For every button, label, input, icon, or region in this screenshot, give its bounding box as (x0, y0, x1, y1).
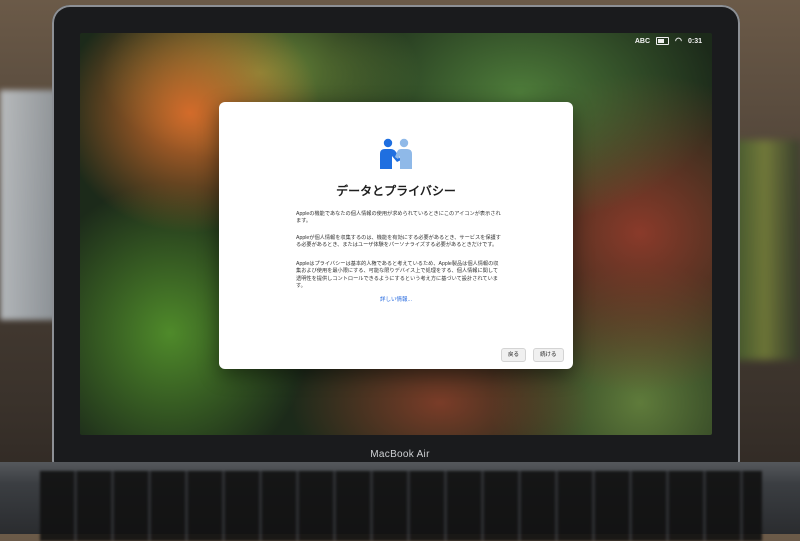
input-source-indicator[interactable]: ABC (635, 38, 650, 45)
description-paragraph: Appleの機能であなたの個人情報の使用が求められているときにこのアイコンが表示… (296, 211, 501, 225)
continue-button[interactable]: 続ける (533, 348, 564, 362)
dialog-title: データとプライバシー (336, 184, 456, 198)
background-window (0, 90, 60, 320)
description-paragraph: Appleはプライバシーは基本的人権であると考えているため、Apple製品は個人… (296, 261, 499, 290)
menubar-clock[interactable]: 0:31 (688, 38, 702, 45)
battery-icon[interactable] (656, 37, 669, 45)
device-model-label: MacBook Air (370, 449, 430, 460)
menubar-status-area: ABC ◠ 0:31 (635, 37, 702, 45)
keyboard (40, 471, 762, 541)
back-button[interactable]: 戻る (501, 348, 527, 362)
screen: ABC ◠ 0:31 データとプライバシー Appleの機能であなたの個人情報の… (80, 33, 712, 435)
handshake-icon (380, 138, 412, 169)
background-plants (730, 140, 800, 360)
description-paragraph: Appleが個人情報を収集するのは、機能を有効にする必要があるとき、サービスを保… (296, 235, 501, 249)
learn-more-link[interactable]: 詳しい情報... (219, 295, 573, 303)
privacy-dialog: データとプライバシー Appleの機能であなたの個人情報の使用が求められていると… (219, 102, 573, 369)
wifi-icon[interactable]: ◠ (675, 37, 682, 45)
